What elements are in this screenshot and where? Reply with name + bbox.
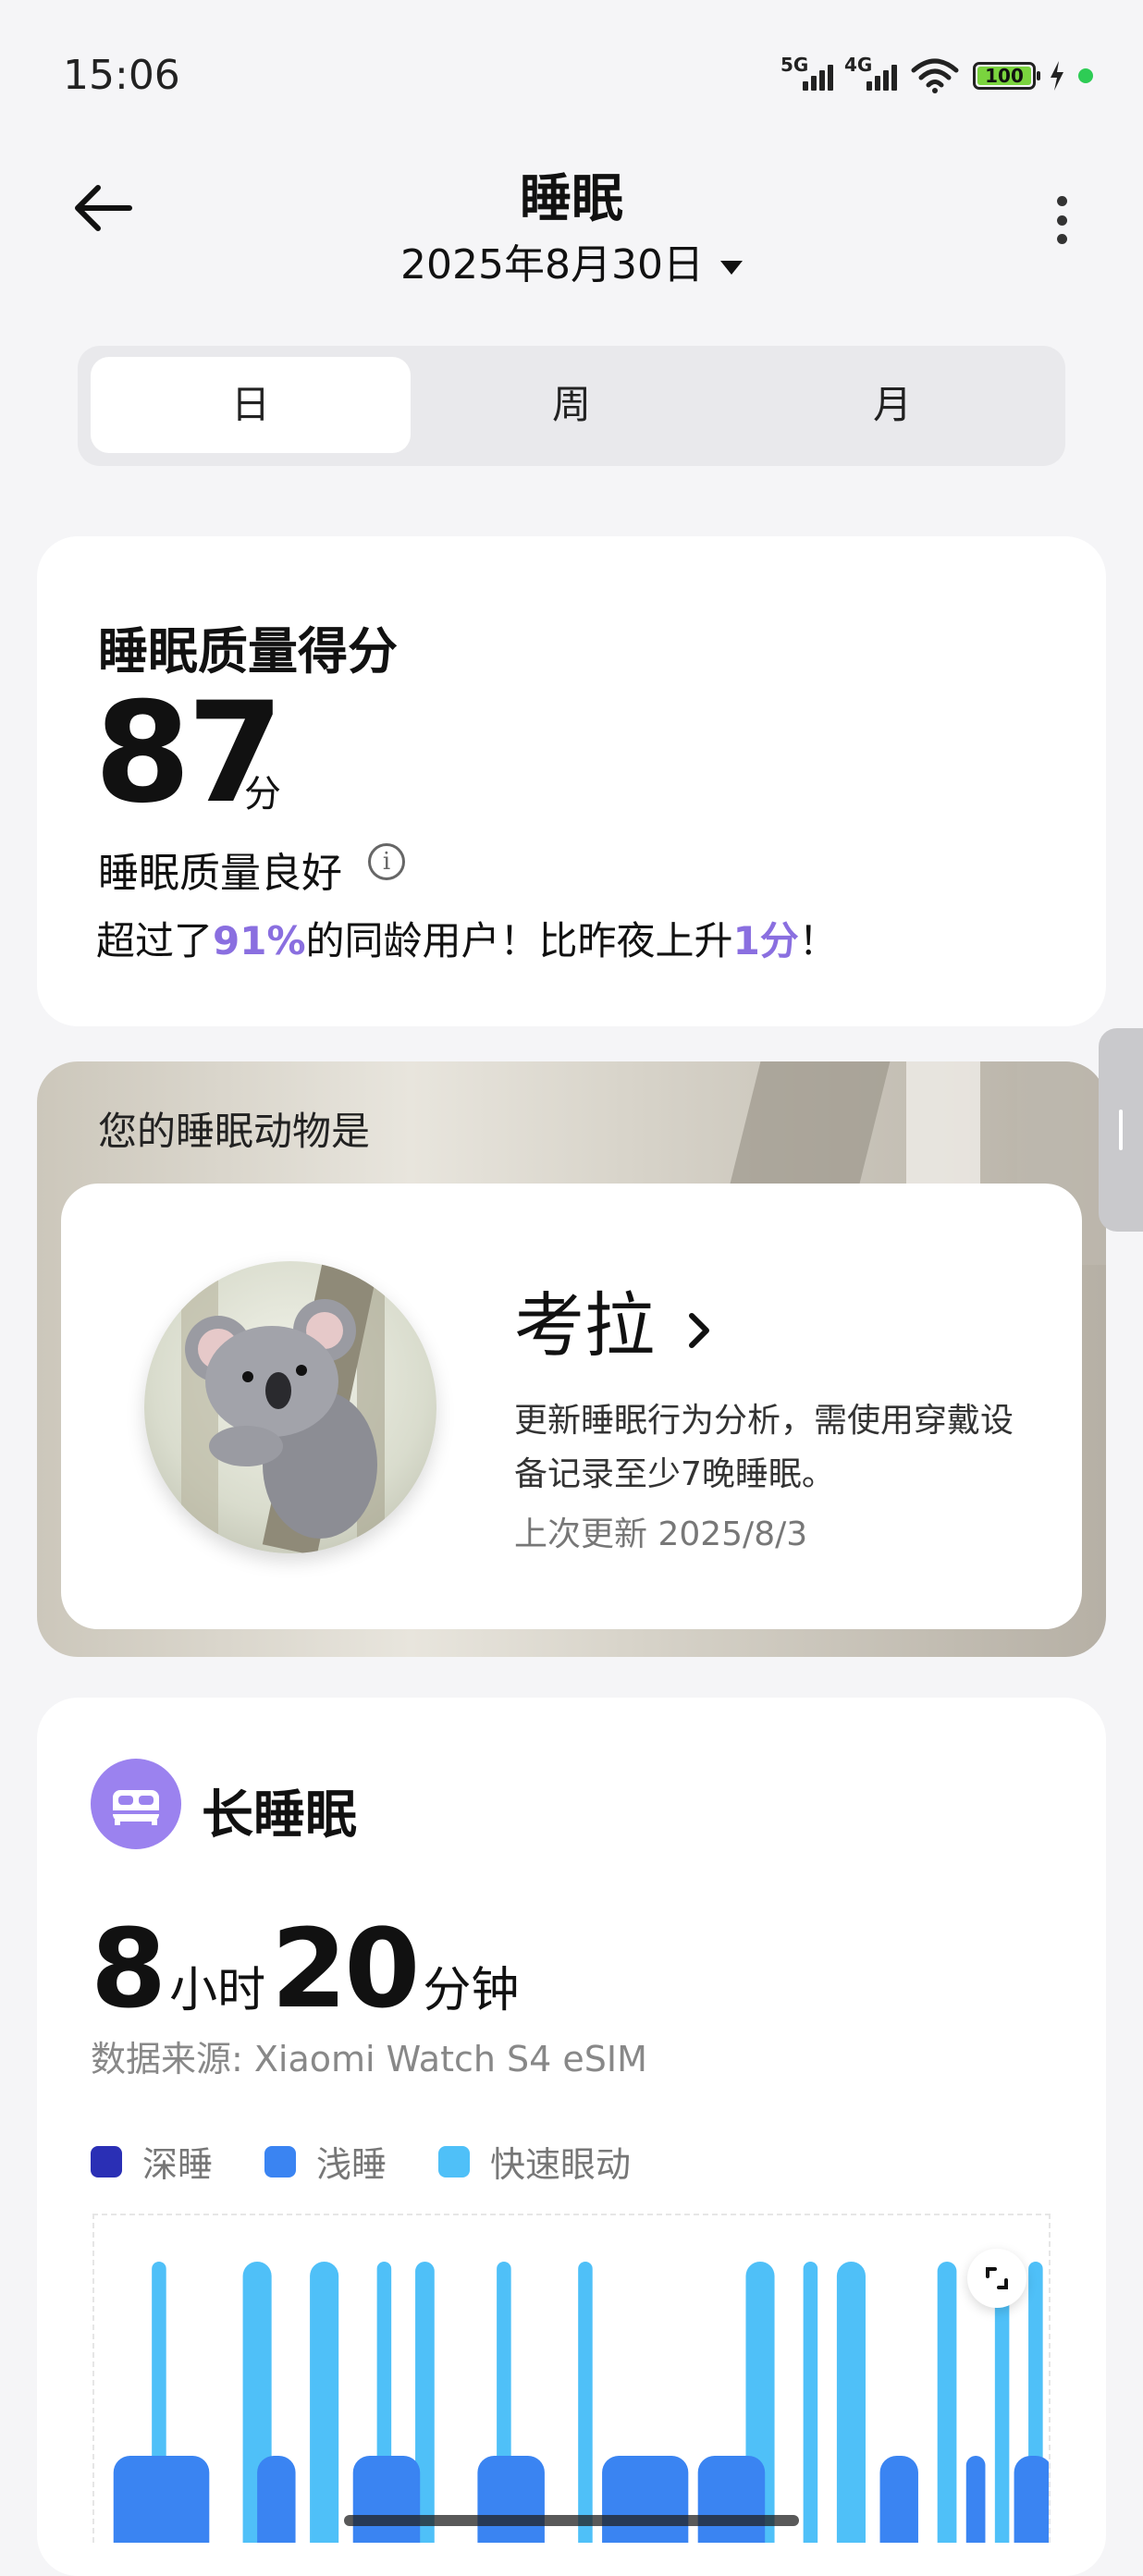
sleep-stage-bar xyxy=(965,2456,986,2543)
tab-day[interactable]: 日 xyxy=(91,357,411,453)
legend-deep-label: 深睡 xyxy=(142,2144,214,2185)
network-4g-label: 4G xyxy=(844,54,873,76)
duration-hours: 8 xyxy=(91,1905,166,2032)
sleep-stage-bar xyxy=(697,2456,766,2543)
sleep-stage-bar xyxy=(578,2262,593,2543)
status-icons: 5G 4G 100 xyxy=(780,54,1093,94)
sleep-stage-chart[interactable] xyxy=(92,2214,1051,2543)
chart-legend: 深睡 浅睡 快速眼动 xyxy=(91,2136,682,2187)
sleep-stage-bar xyxy=(602,2456,689,2543)
sleep-stage-bar xyxy=(879,2456,918,2543)
page-title: 睡眠 xyxy=(520,169,623,229)
side-panel-handle[interactable] xyxy=(1099,1028,1143,1232)
data-source: 数据来源: Xiaomi Watch S4 eSIM xyxy=(91,2039,647,2079)
legend-deep: 深睡 xyxy=(91,2136,213,2187)
wifi-icon xyxy=(911,58,959,93)
tab-week[interactable]: 周 xyxy=(412,357,731,453)
animal-description: 更新睡眠行为分析，需使用穿戴设备记录至少7晚睡眠。 xyxy=(514,1402,1014,1493)
compare-percent: 91% xyxy=(213,918,306,963)
compare-prefix: 超过了 xyxy=(96,918,214,963)
legend-light-label: 浅睡 xyxy=(316,2144,387,2185)
sleep-chart-svg xyxy=(113,2262,1049,2543)
privacy-indicator-icon xyxy=(1078,68,1093,83)
compare-suffix: ！ xyxy=(798,918,838,963)
sleep-type-title: 长睡眠 xyxy=(202,1785,357,1846)
legend-light: 浅睡 xyxy=(264,2136,387,2187)
sleep-stage-bar xyxy=(310,2262,339,2543)
status-time: 15:06 xyxy=(63,52,180,99)
compare-delta: 1分 xyxy=(732,918,799,963)
sleep-stage-bar xyxy=(836,2262,866,2543)
legend-rem: 快速眼动 xyxy=(438,2136,631,2187)
charging-icon xyxy=(1051,61,1063,91)
quality-label: 睡眠质量良好 xyxy=(98,850,342,897)
network-5g-label: 5G xyxy=(780,54,809,76)
animal-name: 考拉 xyxy=(514,1284,655,1367)
signal-4g-icon: 4G xyxy=(844,54,897,91)
sleep-stage-bar xyxy=(113,2456,210,2543)
sleep-stage-bar xyxy=(257,2456,296,2543)
info-icon[interactable]: i xyxy=(368,843,405,880)
duration-hours-unit: 小时 xyxy=(169,1963,266,2018)
more-options-icon[interactable] xyxy=(1054,196,1069,244)
expand-chart-button[interactable] xyxy=(967,2249,1026,2308)
sleep-stage-bar xyxy=(937,2262,957,2543)
sleep-stage-bar xyxy=(477,2456,545,2543)
signal-5g-icon: 5G xyxy=(780,54,833,91)
animal-label: 您的睡眠动物是 xyxy=(98,1109,371,1154)
caret-down-icon xyxy=(719,260,743,275)
chevron-right-icon xyxy=(689,1313,710,1348)
tab-month[interactable]: 月 xyxy=(732,357,1052,453)
home-indicator[interactable] xyxy=(344,2515,799,2526)
animal-name-link[interactable]: 考拉 xyxy=(514,1269,714,1370)
sleep-stage-bar xyxy=(803,2262,818,2543)
sleep-stage-bar xyxy=(352,2456,421,2543)
date-label: 2025年8月30日 xyxy=(400,241,704,288)
sleep-stage-bar xyxy=(1014,2456,1049,2543)
period-tabs: 日 周 月 xyxy=(78,346,1065,466)
duration-minutes-unit: 分钟 xyxy=(423,1963,520,2018)
date-selector[interactable]: 2025年8月30日 xyxy=(0,231,1143,290)
koala-image xyxy=(144,1261,436,1553)
expand-icon xyxy=(986,2267,1008,2289)
last-update: 上次更新 2025/8/3 xyxy=(514,1515,808,1553)
duration-minutes: 20 xyxy=(271,1905,420,2032)
sleep-duration: 8 小时 20 分钟 xyxy=(91,1905,524,2032)
compare-mid: 的同龄用户！比昨夜上升 xyxy=(305,918,733,963)
battery-level: 100 xyxy=(977,67,1031,85)
battery-icon: 100 xyxy=(973,62,1040,90)
score-unit: 分 xyxy=(244,773,281,816)
legend-rem-label: 快速眼动 xyxy=(490,2144,632,2185)
comparison-text: 超过了91%的同龄用户！比昨夜上升1分！ xyxy=(96,910,838,966)
bed-icon xyxy=(91,1759,181,1849)
